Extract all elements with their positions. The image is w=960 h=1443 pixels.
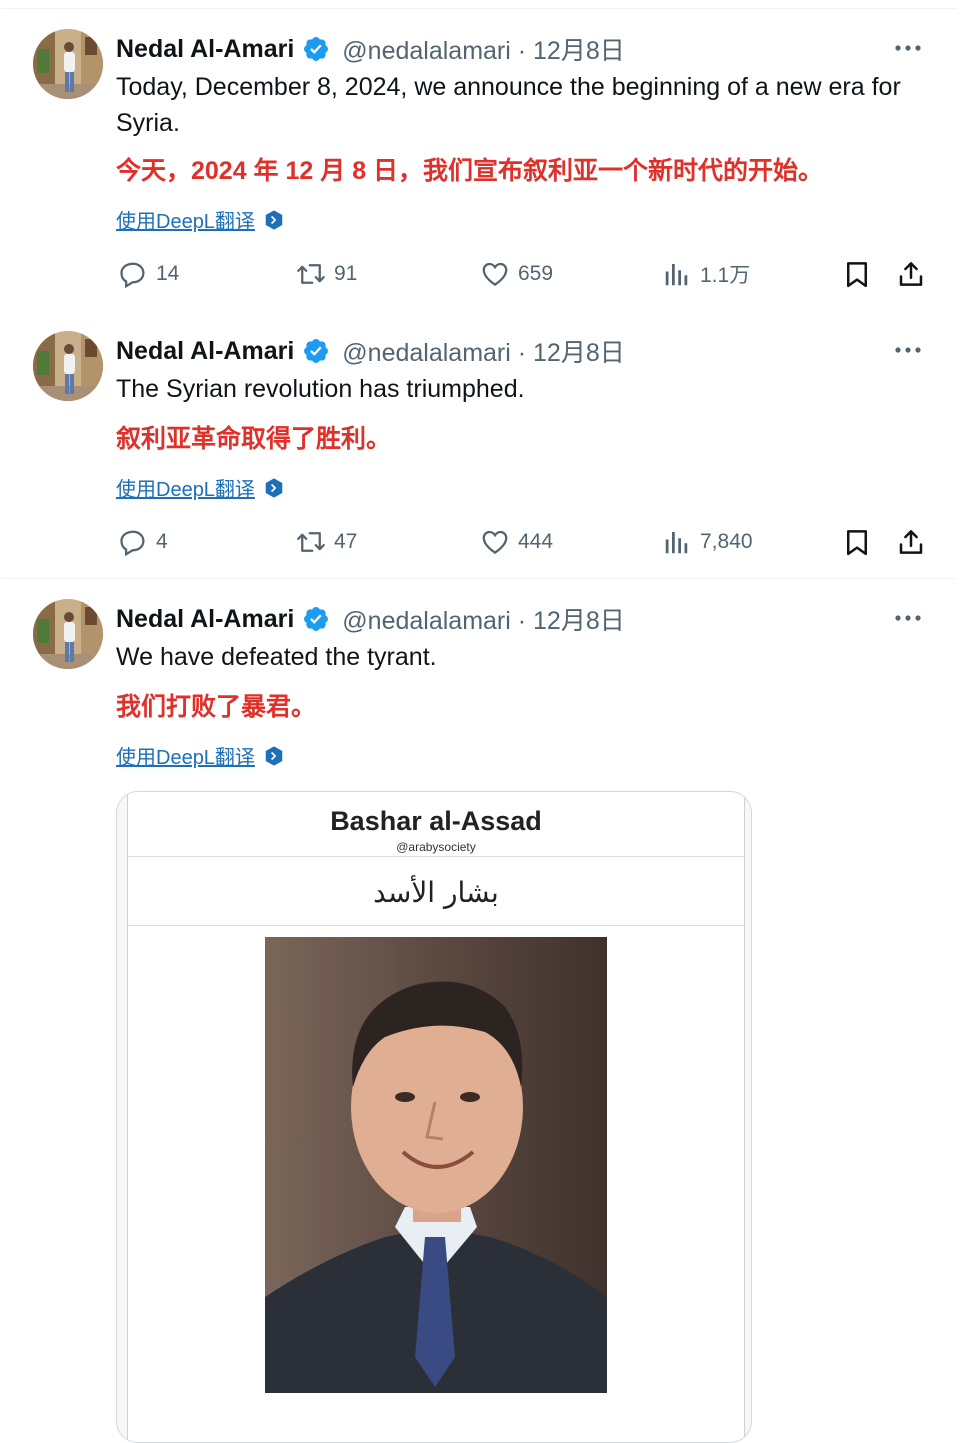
like-button[interactable]: 659 (480, 254, 553, 294)
reply-count: 4 (156, 530, 168, 553)
author-name[interactable]: Nedal Al-Amari (116, 337, 294, 366)
avatar[interactable] (33, 599, 103, 669)
views-icon (662, 527, 692, 557)
author-name[interactable]: Nedal Al-Amari (116, 605, 294, 634)
share-icon (896, 259, 926, 289)
author-handle-and-date[interactable]: @nedalalamari · 12月8日 (342, 601, 624, 637)
reply-icon (118, 259, 148, 289)
portrait-image (265, 937, 607, 1393)
translate-link-label[interactable]: 使用DeepL翻译 (116, 205, 255, 234)
bookmark-button[interactable] (842, 522, 872, 562)
repost-count: 47 (334, 530, 358, 553)
verified-badge-icon (302, 337, 330, 365)
repost-icon (296, 259, 326, 289)
tweet-text: We have defeated the tyrant. (116, 643, 437, 671)
like-icon (480, 259, 510, 289)
divider (128, 856, 744, 857)
reply-count: 14 (156, 262, 180, 285)
action-bar: 14 91 659 1.1万 (116, 254, 926, 294)
card-arabic-name: بشار الأسد (373, 876, 499, 909)
translate-link-label[interactable]: 使用DeepL翻译 (116, 741, 255, 770)
author-handle-and-date[interactable]: @nedalalamari · 12月8日 (342, 31, 624, 67)
avatar[interactable] (33, 331, 103, 401)
tweet-header: Nedal Al-Amari @nedalalamari · 12月8日 (116, 29, 926, 69)
like-icon (480, 527, 510, 557)
tweet-translation: 今天，2024 年 12 月 8 日，我们宣布叙利亚一个新时代的开始。 (116, 157, 824, 185)
card-subtitle: @arabysociety (396, 840, 476, 854)
tweet-text: The Syrian revolution has triumphed. (116, 375, 525, 403)
tweet-translation: 叙利亚革命取得了胜利。 (116, 425, 392, 453)
reply-icon (118, 527, 148, 557)
translate-link[interactable]: 使用DeepL翻译 (116, 473, 285, 502)
tweet-3[interactable]: Nedal Al-Amari @nedalalamari · 12月8日 We … (2, 579, 956, 1443)
repost-icon (296, 527, 326, 557)
repost-button[interactable]: 91 (296, 254, 357, 294)
avatar-image (33, 29, 103, 99)
card-title: Bashar al-Assad (330, 806, 542, 836)
tweet-text: Today, December 8, 2024, we announce the… (116, 73, 901, 137)
share-button[interactable] (896, 522, 926, 562)
more-icon[interactable] (890, 33, 926, 63)
repost-button[interactable]: 47 (296, 522, 357, 562)
reply-button[interactable]: 4 (118, 522, 168, 562)
translate-link[interactable]: 使用DeepL翻译 (116, 205, 285, 234)
views-icon (662, 259, 692, 289)
like-button[interactable]: 444 (480, 522, 553, 562)
verified-badge-icon (302, 35, 330, 63)
share-button[interactable] (896, 254, 926, 294)
bookmark-icon (842, 527, 872, 557)
views-count: 1.1万 (700, 264, 751, 287)
divider (128, 925, 744, 926)
media-card[interactable]: Bashar al-Assad @arabysociety بشار الأسد (116, 791, 752, 1443)
repost-count: 91 (334, 262, 358, 285)
action-bar: 4 47 444 7,840 (116, 522, 926, 562)
media-card-content: Bashar al-Assad @arabysociety بشار الأسد (127, 792, 745, 1442)
views-count: 7,840 (700, 530, 753, 553)
translate-link[interactable]: 使用DeepL翻译 (116, 741, 285, 770)
portrait-photo (265, 937, 607, 1393)
views-button[interactable]: 7,840 (662, 522, 753, 562)
avatar[interactable] (33, 29, 103, 99)
bookmark-button[interactable] (842, 254, 872, 294)
deepl-icon (263, 209, 285, 231)
avatar-image (33, 599, 103, 669)
more-icon[interactable] (890, 335, 926, 365)
tweet-translation: 我们打败了暴君。 (116, 693, 317, 721)
share-icon (896, 527, 926, 557)
views-button[interactable]: 1.1万 (662, 254, 750, 294)
verified-badge-icon (302, 605, 330, 633)
avatar-image (33, 331, 103, 401)
author-handle-and-date[interactable]: @nedalalamari · 12月8日 (342, 333, 624, 369)
deepl-icon (263, 745, 285, 767)
reply-button[interactable]: 14 (118, 254, 179, 294)
tweet-header: Nedal Al-Amari @nedalalamari · 12月8日 (116, 599, 926, 639)
more-icon[interactable] (890, 603, 926, 633)
like-count: 659 (518, 262, 554, 285)
tweet-2[interactable]: Nedal Al-Amari @nedalalamari · 12月8日 The… (2, 311, 956, 579)
translate-link-label[interactable]: 使用DeepL翻译 (116, 473, 255, 502)
author-name[interactable]: Nedal Al-Amari (116, 35, 294, 64)
deepl-icon (263, 477, 285, 499)
like-count: 444 (518, 530, 554, 553)
tweet-header: Nedal Al-Amari @nedalalamari · 12月8日 (116, 331, 926, 371)
tweet-1[interactable]: Nedal Al-Amari @nedalalamari · 12月8日 Tod… (2, 8, 956, 312)
bookmark-icon (842, 259, 872, 289)
